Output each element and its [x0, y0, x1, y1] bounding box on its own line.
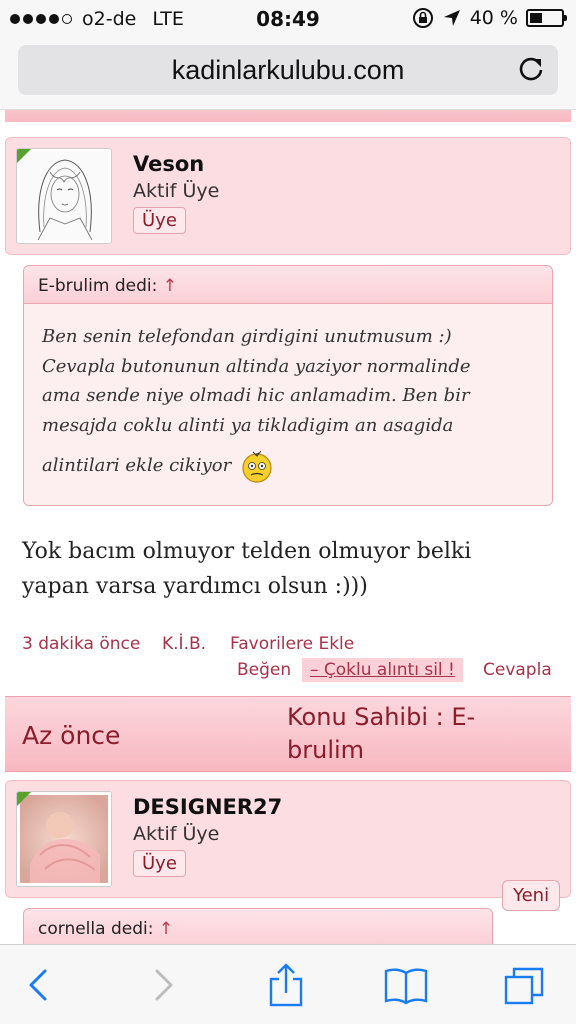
avatar[interactable] [16, 791, 112, 887]
post-line: Yok bacım olmuyor telden olmuyor belki [22, 539, 472, 564]
go-to-quote-arrow-icon[interactable]: ↑ [163, 276, 177, 296]
user-role: Aktif Üye [133, 823, 220, 845]
quote-line: ama sende niye olmadi hic anlamadim. Ben… [42, 385, 470, 406]
orientation-lock-icon [412, 8, 433, 28]
kib-link[interactable]: K.İ.B. [162, 634, 206, 654]
user-badge: Üye [133, 850, 186, 877]
reply-link[interactable]: Cevapla [483, 660, 552, 680]
username[interactable]: DESIGNER27 [133, 795, 282, 819]
favorite-link[interactable]: Favorilere Ekle [230, 634, 354, 654]
new-post-badge: Yeni [502, 880, 561, 911]
post-time: 3 dakika önce [22, 634, 141, 654]
post-line: yapan varsa yardımcı olsun :))) [22, 574, 368, 599]
address-bar[interactable]: kadinlarkulubu.com [18, 45, 558, 95]
online-indicator-icon [17, 149, 33, 165]
username[interactable]: Veson [133, 152, 204, 176]
forward-icon[interactable] [140, 963, 184, 1007]
quote-header: cornella dedi: ↑ [24, 909, 492, 944]
owner-name-cut: brulim [287, 110, 367, 114]
tabs-icon[interactable] [502, 963, 546, 1007]
quote-line: Cevapla butonunun altinda yaziyor normal… [42, 355, 471, 377]
share-icon[interactable] [264, 963, 308, 1007]
quote-line: Ben senin telefondan girdigini unutmusum… [42, 326, 452, 347]
battery-icon [526, 9, 567, 27]
quote-author: cornella dedi: [38, 919, 154, 939]
thread-owner: Konu Sahibi : E- brulim [287, 701, 537, 767]
post-time: Az önce [22, 721, 121, 750]
quote-box: cornella dedi: ↑ [23, 908, 493, 944]
url-text[interactable]: kadinlarkulubu.com [18, 55, 558, 86]
quote-text: Ben senin telefondan girdigini unutmusum… [24, 304, 552, 484]
user-role: Aktif Üye [133, 180, 220, 202]
go-to-quote-arrow-icon[interactable]: ↑ [159, 919, 173, 939]
back-icon[interactable] [18, 963, 62, 1007]
previous-post-header: brulim [5, 110, 571, 122]
post-header: Az önce Konu Sahibi : E- brulim [5, 696, 571, 772]
thread-owner-line: brulim [287, 736, 365, 764]
quote-box: E-brulim dedi: ↑ Ben senin telefondan gi… [23, 265, 553, 506]
quote-author: E-brulim dedi: [38, 276, 158, 296]
baby-photo-image [20, 795, 108, 883]
status-bar: o2-de LTE 08:49 40 % [0, 0, 576, 38]
user-card: Veson Aktif Üye Üye [5, 137, 571, 255]
user-badge: Üye [133, 207, 186, 234]
page-content: brulim Veson Aktif Üye Üye E-brulim dedi… [0, 110, 576, 944]
browser-address-area: kadinlarkulubu.com [0, 38, 576, 110]
multi-quote-remove-button[interactable]: – Çoklu alıntı sil ! [302, 658, 463, 682]
post-text: Yok bacım olmuyor telden olmuyor belki y… [22, 534, 562, 604]
battery-percent: 40 % [469, 7, 518, 29]
reload-icon[interactable] [516, 54, 546, 84]
thread-owner-line: Konu Sahibi : E- [287, 703, 476, 731]
like-link[interactable]: Beğen [237, 660, 291, 680]
avatar[interactable] [16, 148, 112, 244]
location-arrow-icon [443, 10, 460, 26]
quote-header: E-brulim dedi: ↑ [24, 266, 552, 304]
confused-smiley-icon [242, 450, 272, 483]
online-indicator-icon [17, 792, 33, 808]
quote-line: alintilari ekle cikiyor [42, 455, 232, 477]
sketch-portrait-image [20, 152, 108, 241]
quote-line: mesajda coklu alinti ya tikladigim an as… [42, 414, 454, 436]
browser-toolbar [0, 944, 576, 1024]
bookmarks-icon[interactable] [382, 963, 430, 1007]
user-card: DESIGNER27 Aktif Üye Üye [5, 780, 571, 898]
